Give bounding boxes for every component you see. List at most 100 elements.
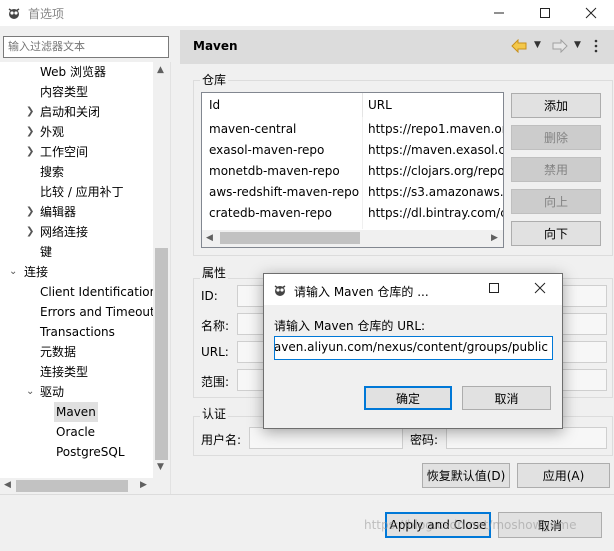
- tree-item-client-identification[interactable]: Client Identification: [40, 282, 157, 302]
- chevron-right-icon[interactable]: ❯: [26, 206, 36, 217]
- tree-item-startup-shutdown[interactable]: 启动和关闭: [40, 102, 100, 122]
- scroll-thumb[interactable]: [16, 480, 128, 492]
- filter-input[interactable]: [3, 36, 169, 58]
- chevron-down-icon[interactable]: ⌄: [9, 266, 19, 277]
- dialog-close-button[interactable]: [520, 274, 560, 305]
- dropdown-icon[interactable]: ▼: [574, 40, 581, 50]
- tree-item-connections[interactable]: 连接: [24, 262, 48, 282]
- tree-horizontal-scrollbar[interactable]: ◀ ▶: [0, 478, 153, 494]
- column-divider: [362, 93, 363, 117]
- back-arrow-icon[interactable]: [511, 38, 527, 56]
- table-row[interactable]: aws-redshift-maven-repo https://s3.amazo…: [202, 184, 503, 204]
- tree-item-postgresql[interactable]: PostgreSQL: [56, 442, 125, 462]
- tree-item-drivers[interactable]: 驱动: [40, 382, 64, 402]
- forward-arrow-icon[interactable]: [552, 38, 568, 56]
- chevron-right-icon[interactable]: ❯: [26, 106, 36, 117]
- close-icon: [585, 4, 597, 23]
- properties-label: 属性: [200, 264, 229, 281]
- tree-item-errors-timeout[interactable]: Errors and Timeout: [40, 302, 155, 322]
- scroll-up-icon[interactable]: ▲: [157, 65, 164, 75]
- tree-item-appearance[interactable]: 外观: [40, 122, 64, 142]
- tree-item-workspace[interactable]: 工作空间: [40, 142, 88, 162]
- page-header: Maven ▼ ▼: [180, 30, 614, 64]
- maximize-icon: [539, 4, 551, 23]
- disable-button[interactable]: 禁用: [511, 157, 601, 182]
- tree-item-content-types[interactable]: 内容类型: [40, 82, 88, 102]
- repo-id: exasol-maven-repo: [209, 143, 325, 157]
- repo-id: cratedb-maven-repo: [209, 206, 333, 220]
- maximize-icon: [488, 282, 500, 297]
- apply-button[interactable]: 应用(A): [517, 463, 610, 488]
- chevron-right-icon[interactable]: ❯: [26, 226, 36, 237]
- tree-item-web-browser[interactable]: Web 浏览器: [40, 62, 106, 82]
- password-field[interactable]: [446, 427, 607, 449]
- id-label: ID:: [201, 289, 218, 303]
- repo-id: monetdb-maven-repo: [209, 164, 340, 178]
- name-label: 名称:: [201, 319, 230, 333]
- menu-icon[interactable]: [594, 38, 598, 57]
- tree-item-metadata[interactable]: 元数据: [40, 342, 76, 362]
- dialog-ok-button[interactable]: 确定: [364, 386, 452, 410]
- table-row[interactable]: maven-central https://repo1.maven.or: [202, 121, 503, 141]
- page-title: Maven: [193, 39, 238, 53]
- chevron-down-icon[interactable]: ⌄: [26, 386, 36, 397]
- dialog-cancel-button[interactable]: 取消: [462, 386, 551, 410]
- table-header: Id URL: [202, 93, 503, 117]
- scroll-left-icon[interactable]: ◀: [4, 480, 11, 490]
- eclipse-icon: [272, 282, 288, 301]
- repo-url: https://clojars.org/repo: [368, 164, 504, 178]
- restore-defaults-button[interactable]: 恢复默认值(D): [422, 463, 510, 488]
- repositories-label: 仓库: [200, 71, 229, 88]
- repo-url: https://dl.bintray.com/c: [368, 206, 504, 220]
- tree-item-editors[interactable]: 编辑器: [40, 202, 76, 222]
- tree-item-transactions[interactable]: Transactions: [40, 322, 115, 342]
- scroll-corner: [153, 478, 170, 494]
- scroll-right-icon[interactable]: ▶: [491, 233, 498, 243]
- dialog-title: 请输入 Maven 仓库的 ...: [294, 285, 429, 299]
- chevron-right-icon[interactable]: ❯: [26, 146, 36, 157]
- add-button[interactable]: 添加: [511, 93, 601, 118]
- repo-url: https://repo1.maven.or: [368, 122, 504, 136]
- preference-tree[interactable]: Web 浏览器 内容类型 ❯ 启动和关闭 ❯ 外观 ❯ 工作空间 搜索 比较 /…: [0, 62, 171, 494]
- tree-item-keys[interactable]: 键: [40, 242, 52, 262]
- column-header-url[interactable]: URL: [368, 98, 392, 112]
- column-header-id[interactable]: Id: [209, 98, 220, 112]
- tree-vertical-scrollbar[interactable]: ▲ ▼: [153, 62, 170, 478]
- scroll-left-icon[interactable]: ◀: [206, 233, 213, 243]
- repo-id: aws-redshift-maven-repo: [209, 185, 360, 199]
- username-field[interactable]: [249, 427, 403, 449]
- close-button[interactable]: [568, 0, 614, 26]
- close-icon: [534, 282, 546, 297]
- table-row[interactable]: monetdb-maven-repo https://clojars.org/r…: [202, 163, 503, 183]
- chevron-right-icon[interactable]: ❯: [26, 126, 36, 137]
- scroll-right-icon[interactable]: ▶: [140, 480, 147, 490]
- tree-item-network[interactable]: 网络连接: [40, 222, 88, 242]
- scroll-down-icon[interactable]: ▼: [157, 462, 164, 472]
- repository-url-input[interactable]: aven.aliyun.com/nexus/content/groups/pub…: [274, 336, 553, 360]
- dialog-prompt: 请输入 Maven 仓库的 URL:: [274, 319, 426, 333]
- dialog-maximize-button[interactable]: [474, 274, 514, 305]
- eclipse-icon: [6, 5, 22, 24]
- tree-item-oracle[interactable]: Oracle: [56, 422, 95, 442]
- tree-item-maven[interactable]: Maven: [54, 402, 98, 422]
- window-title: 首选项: [28, 7, 65, 21]
- repo-url: https://s3.amazonaws.c: [368, 185, 504, 199]
- repository-table[interactable]: Id URL maven-central https://repo1.maven…: [201, 92, 504, 248]
- dropdown-icon[interactable]: ▼: [534, 40, 541, 50]
- tree-item-search[interactable]: 搜索: [40, 162, 64, 182]
- delete-button[interactable]: 删除: [511, 125, 601, 150]
- minimize-button[interactable]: [476, 0, 522, 26]
- table-horizontal-scrollbar[interactable]: ◀ ▶: [202, 230, 503, 247]
- scope-label: 范围:: [201, 375, 230, 389]
- repo-id: maven-central: [209, 122, 297, 136]
- dialog-title-bar: 请输入 Maven 仓库的 ...: [264, 274, 562, 305]
- tree-item-connection-types[interactable]: 连接类型: [40, 362, 88, 382]
- table-row[interactable]: cratedb-maven-repo https://dl.bintray.co…: [202, 205, 503, 225]
- move-down-button[interactable]: 向下: [511, 221, 601, 246]
- scroll-thumb[interactable]: [155, 248, 168, 460]
- table-row[interactable]: exasol-maven-repo https://maven.exasol.c…: [202, 142, 503, 162]
- maximize-button[interactable]: [522, 0, 568, 26]
- tree-item-compare-patch[interactable]: 比较 / 应用补丁: [40, 182, 124, 202]
- move-up-button[interactable]: 向上: [511, 189, 601, 214]
- scroll-thumb[interactable]: [220, 232, 360, 244]
